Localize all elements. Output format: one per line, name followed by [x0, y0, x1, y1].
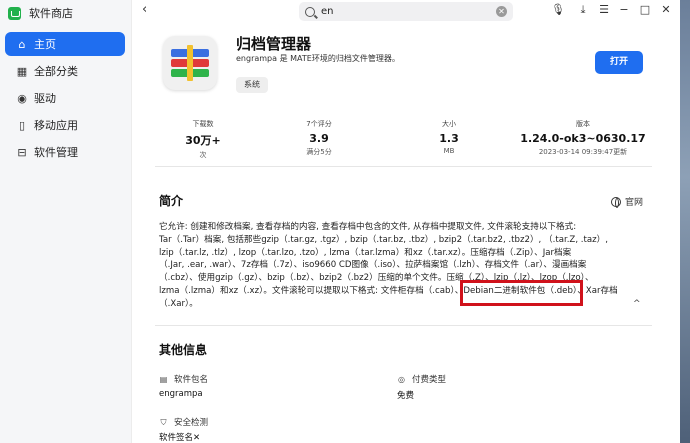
search-icon: [305, 6, 315, 17]
search-box[interactable]: en ✕: [299, 2, 513, 21]
intro-title: 简介: [159, 194, 184, 208]
sidebar-item-software-management[interactable]: ⊟ 软件管理: [5, 140, 125, 164]
rating-stat: 7个评分 3.9 满分5分: [306, 120, 332, 156]
sidebar-nav: ⌂ 主页 ▦ 全部分类 ◉ 驱动 ▯ 移动应用 ⊟ 软件管理: [5, 32, 125, 167]
app-title: 归档管理器: [236, 35, 312, 53]
version-stat: 版本 1.24.0-ok3~0630.17 2023-03-14 09:39:4…: [520, 120, 646, 156]
shield-icon: ⛉: [160, 417, 167, 427]
sidebar: 软件商店 ⌂ 主页 ▦ 全部分类 ◉ 驱动 ▯ 移动应用 ⊟ 软件管理: [0, 0, 132, 443]
signature-value: 软件签名✕: [159, 433, 201, 443]
sidebar-item-label: 驱动: [34, 92, 56, 105]
sidebar-item-all-categories[interactable]: ▦ 全部分类: [5, 59, 125, 83]
menu-icon[interactable]: ☰: [597, 3, 611, 16]
chevron-up-icon[interactable]: ^: [633, 299, 641, 309]
description-line: 它允许: 创建和修改档案, 查看存档的内容, 查看存档中包含的文件, 从存档中提…: [159, 222, 577, 232]
package-name-value: engrampa: [159, 389, 203, 399]
home-icon: ⌂: [18, 37, 26, 51]
category-tag[interactable]: 系统: [236, 77, 268, 93]
driver-icon: ◉: [17, 91, 27, 105]
sidebar-item-label: 全部分类: [34, 65, 78, 78]
sidebar-item-label: 移动应用: [34, 119, 78, 132]
store-logo-icon: [8, 6, 21, 20]
clear-icon[interactable]: ✕: [496, 6, 507, 17]
security-label: ⛉ 安全检测: [160, 417, 209, 429]
description-line: Tar（.Tar）档案, 包括那些gzip（.tar.gz, .tgz）, bz…: [159, 234, 608, 245]
globe-icon: [611, 196, 621, 208]
app-detail-page: 归档管理器 engrampa 是 MATE环境的归档文件管理器。 系统 打开 下…: [133, 23, 680, 443]
close-icon[interactable]: ✕: [659, 3, 673, 16]
grid-icon: ▦: [16, 64, 28, 78]
package-icon: ▤: [159, 374, 168, 384]
open-button[interactable]: 打开: [595, 51, 643, 74]
description-line: lzip（.tar.lz, .tlz）, lzop（.tar.lzo, .tzo…: [159, 247, 572, 258]
coin-icon: ◎: [398, 374, 405, 384]
desktop-background: [680, 0, 690, 443]
minimize-icon[interactable]: −: [617, 3, 631, 16]
website-link[interactable]: 官网: [611, 195, 643, 208]
sidebar-item-home[interactable]: ⌂ 主页: [5, 32, 125, 56]
package-name-label: ▤ 软件包名: [159, 374, 209, 386]
maximize-icon[interactable]: □: [638, 3, 652, 16]
archive-manager-app-icon: [163, 36, 217, 90]
back-arrow-icon[interactable]: ‹: [142, 2, 147, 17]
phone-icon: ▯: [18, 118, 26, 132]
size-stat: 大小 1.3 MB: [439, 120, 459, 155]
pay-type-label: ◎ 付费类型: [398, 374, 447, 386]
sidebar-item-drivers[interactable]: ◉ 驱动: [5, 86, 125, 110]
other-info-title: 其他信息: [159, 343, 208, 357]
pay-type-value: 免费: [397, 391, 415, 401]
description-line: （.Jar, .ear, .war）、7z存档（.7z）、iso9660 CD图…: [159, 260, 587, 271]
search-input[interactable]: en: [321, 6, 334, 17]
microphone-icon[interactable]: 🎙: [551, 3, 565, 16]
divider: [155, 166, 652, 167]
app-description: engrampa 是 MATE环境的归档文件管理器。: [236, 54, 400, 63]
annotation-highlight-box: [460, 280, 583, 306]
app-name: 软件商店: [29, 7, 73, 20]
manage-icon: ⊟: [17, 145, 27, 159]
sidebar-item-label: 软件管理: [34, 146, 78, 159]
software-store-window: 软件商店 ⌂ 主页 ▦ 全部分类 ◉ 驱动 ▯ 移动应用 ⊟ 软件管理 ‹ en…: [0, 0, 680, 443]
app-brand: 软件商店: [8, 4, 73, 22]
sidebar-item-label: 主页: [34, 38, 56, 51]
divider: [155, 325, 652, 326]
stats-row: 下载数 30万+ 次 7个评分 3.9 满分5分 大小 1.3 MB 版本 1.…: [163, 119, 663, 164]
download-icon[interactable]: ⤓: [576, 3, 590, 17]
downloads-stat: 下载数 30万+ 次: [185, 120, 221, 159]
sidebar-item-mobile-apps[interactable]: ▯ 移动应用: [5, 113, 125, 137]
